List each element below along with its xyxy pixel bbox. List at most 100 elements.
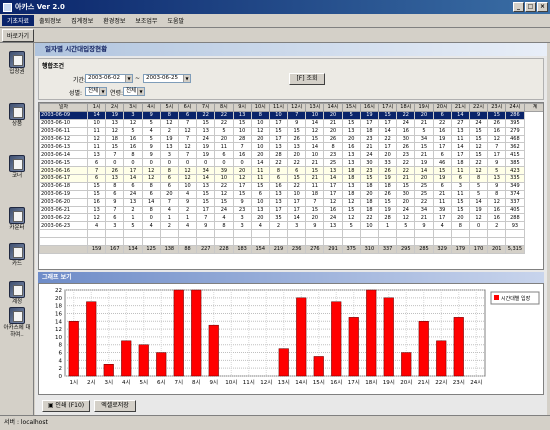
- sidebar-item-account[interactable]: 계정: [3, 281, 31, 306]
- table-cell: 16: [487, 213, 507, 223]
- column-header[interactable]: 23시: [487, 103, 507, 112]
- data-grid[interactable]: 일자 1시 2시 3시 4시 5시 6시 7시 8시 9시 10시 11시 12시 13시 14시 15시 16…: [38, 102, 544, 270]
- table-cell: 7: [105, 150, 125, 160]
- table-row[interactable]: 2003-06-20 16 9 13 14 7 9 15 15 9 10 13 17 7 12 12 18 15 2…: [39, 197, 544, 207]
- table-cell: 11: [450, 134, 470, 144]
- column-header[interactable]: 2시: [105, 103, 125, 112]
- table-row[interactable]: 2003-06-17 6 13 14 12 6 12 14 10 12 11 6 15 21 14 18 15 1…: [39, 174, 544, 183]
- sidebar-item-corner[interactable]: 코너: [3, 155, 31, 180]
- conditions-title: 행합조건: [42, 63, 65, 70]
- gender-select[interactable]: 전체 ▼: [85, 87, 107, 96]
- column-header[interactable]: 14시: [323, 103, 343, 112]
- date-from-picker[interactable]: 2003-06-02 ▼: [85, 74, 133, 83]
- minimize-button[interactable]: _: [513, 2, 524, 12]
- column-header[interactable]: 15시: [341, 103, 361, 112]
- table-cell: 17: [323, 189, 343, 199]
- table-row[interactable]: 2003-06-23 4 3 5 4 2 4 9 8 3 4 2 3 9 13 5 10 1 5 9 4 8 0 2 93: [39, 221, 544, 231]
- menu-auxiliary[interactable]: 보조업무: [130, 15, 162, 26]
- sidebar-item-ticket[interactable]: 입장권: [3, 51, 31, 76]
- table-row[interactable]: 2003-06-11 11 12 5 4 2 12 13 5 10 12 15 15 12 20 13 18 14…: [39, 126, 544, 136]
- column-header[interactable]: 계: [523, 103, 543, 112]
- column-header[interactable]: 18시: [396, 103, 416, 112]
- table-row[interactable]: 2003-06-12 12 18 16 5 19 7 24 20 28 20 17 26 15 26 20 23…: [39, 134, 544, 144]
- column-header[interactable]: 20시: [432, 103, 452, 112]
- column-header[interactable]: 22시: [468, 103, 489, 112]
- shortcut-button[interactable]: 바로가기: [2, 28, 35, 42]
- menu-attendance[interactable]: 출퇴정보: [34, 15, 66, 26]
- sidebar-item-about[interactable]: 아카스에 대하여..: [3, 307, 31, 339]
- table-cell: 20: [323, 126, 343, 136]
- column-header[interactable]: 16시: [359, 103, 380, 112]
- sidebar-item-label: 카드: [11, 261, 23, 267]
- sidebar-item-card[interactable]: 카드: [3, 243, 31, 268]
- y-tick-label: 14: [55, 319, 62, 325]
- table-cell: 7: [177, 134, 198, 144]
- table-cell: 25: [323, 158, 343, 168]
- column-header[interactable]: 7시: [196, 103, 216, 112]
- table-cell: 0: [468, 221, 489, 231]
- column-header[interactable]: 5시: [159, 103, 179, 112]
- column-header[interactable]: 8시: [214, 103, 234, 112]
- close-button[interactable]: ×: [537, 2, 548, 12]
- table-row[interactable]: 2003-06-18 15 8 6 8 6 10 13 22 17 15 16 22 11 17 13 18 18…: [39, 181, 544, 191]
- column-header[interactable]: 24시: [505, 103, 525, 112]
- table-cell: 4: [141, 126, 161, 136]
- table-row[interactable]: [39, 229, 544, 239]
- table-row[interactable]: 2003-06-21 13 7 2 8 4 2 17 24 23 13 17 17 15 16 15 18 19 2…: [39, 205, 544, 215]
- column-header[interactable]: 일자: [39, 103, 88, 112]
- column-header[interactable]: 9시: [232, 103, 252, 112]
- date-to-picker[interactable]: 2003-06-25 ▼: [143, 74, 191, 83]
- column-header[interactable]: 13시: [305, 103, 325, 112]
- table-cell: 7: [487, 142, 507, 152]
- column-header[interactable]: 3시: [123, 103, 143, 112]
- table-cell: 288: [505, 213, 525, 223]
- table-cell: 26: [287, 134, 307, 144]
- table-cell: 22: [287, 181, 307, 191]
- column-header[interactable]: 19시: [414, 103, 434, 112]
- table-row[interactable]: 2003-06-15 6 0 0 0 0 0 0 0 0 14 22 22 21 25 13 30 33 22 19 4…: [39, 158, 544, 168]
- table-cell: 12: [341, 213, 361, 223]
- table-row[interactable]: 2003-06-22 12 6 1 0 1 1 7 4 3 20 35 14 20 24 12 22 28 12 21…: [39, 213, 544, 223]
- table-row[interactable]: 2003-06-14 13 7 8 9 3 7 19 6 16 20 28 20 10 23 13 24 20 23…: [39, 150, 544, 160]
- x-tick-label: 9시: [209, 380, 218, 386]
- table-cell: 17: [432, 213, 452, 223]
- column-header[interactable]: 6시: [177, 103, 198, 112]
- column-header[interactable]: 12시: [287, 103, 307, 112]
- table-cell: 6: [268, 174, 289, 183]
- table-cell: 20: [250, 213, 270, 223]
- y-tick-label: 22: [55, 288, 62, 294]
- total-row: 159 167 134 125 138 88 227 228 183 154 219 236 276 29…: [39, 245, 544, 254]
- total-cell: 183: [232, 245, 252, 254]
- search-button[interactable]: [F] 조회: [289, 73, 325, 85]
- menu-environment[interactable]: 환경정보: [98, 15, 130, 26]
- table-cell: [268, 237, 289, 247]
- table-row[interactable]: [39, 237, 544, 247]
- table-row[interactable]: 2003-06-19 15 6 24 6 20 4 15 12 15 6 13 10 18 17 18 20 26…: [39, 189, 544, 199]
- table-cell: 15: [86, 181, 107, 191]
- table-row[interactable]: 2003-06-10 10 13 12 5 12 7 15 22 15 10 17 9 14 21 15 17 1…: [39, 118, 544, 128]
- menu-help[interactable]: 도움말: [162, 15, 189, 26]
- column-header[interactable]: 10시: [250, 103, 270, 112]
- table-cell: [141, 229, 161, 239]
- column-header[interactable]: 1시: [86, 103, 107, 112]
- table-row[interactable]: 2003-06-09 14 19 3 9 8 6 22 22 13 8 10 7 10 20 5 19 15 22 2…: [39, 110, 544, 120]
- column-header[interactable]: 4시: [141, 103, 161, 112]
- table-row[interactable]: 2003-06-16 7 26 17 12 8 12 34 39 20 11 8 6 15 13 18 23 26…: [39, 166, 544, 176]
- table-cell: 11: [250, 166, 270, 176]
- column-header[interactable]: 17시: [377, 103, 398, 112]
- chart-section-title[interactable]: 그래프 보기: [38, 272, 544, 283]
- table-cell: 15: [377, 110, 398, 120]
- table-row[interactable]: 2003-06-13 11 15 16 9 13 12 19 11 7 10 13 13 14 8 16 21 1…: [39, 142, 544, 152]
- print-button[interactable]: ▣ 인쇄 (F10): [42, 400, 90, 412]
- column-header[interactable]: 11시: [268, 103, 289, 112]
- age-select[interactable]: 전체 ▼: [123, 87, 145, 96]
- excel-save-button[interactable]: 엑셀로저장: [94, 400, 136, 412]
- column-header[interactable]: 21시: [450, 103, 470, 112]
- table-cell: 15: [196, 197, 216, 207]
- menu-statistics[interactable]: 집계정보: [66, 15, 98, 26]
- table-cell: 13: [341, 181, 361, 191]
- maximize-button[interactable]: □: [525, 2, 536, 12]
- sidebar-item-product[interactable]: 상품: [3, 103, 31, 128]
- sidebar-item-counter[interactable]: 카운터: [3, 207, 31, 232]
- menu-basic-data[interactable]: 기초자료: [2, 15, 35, 26]
